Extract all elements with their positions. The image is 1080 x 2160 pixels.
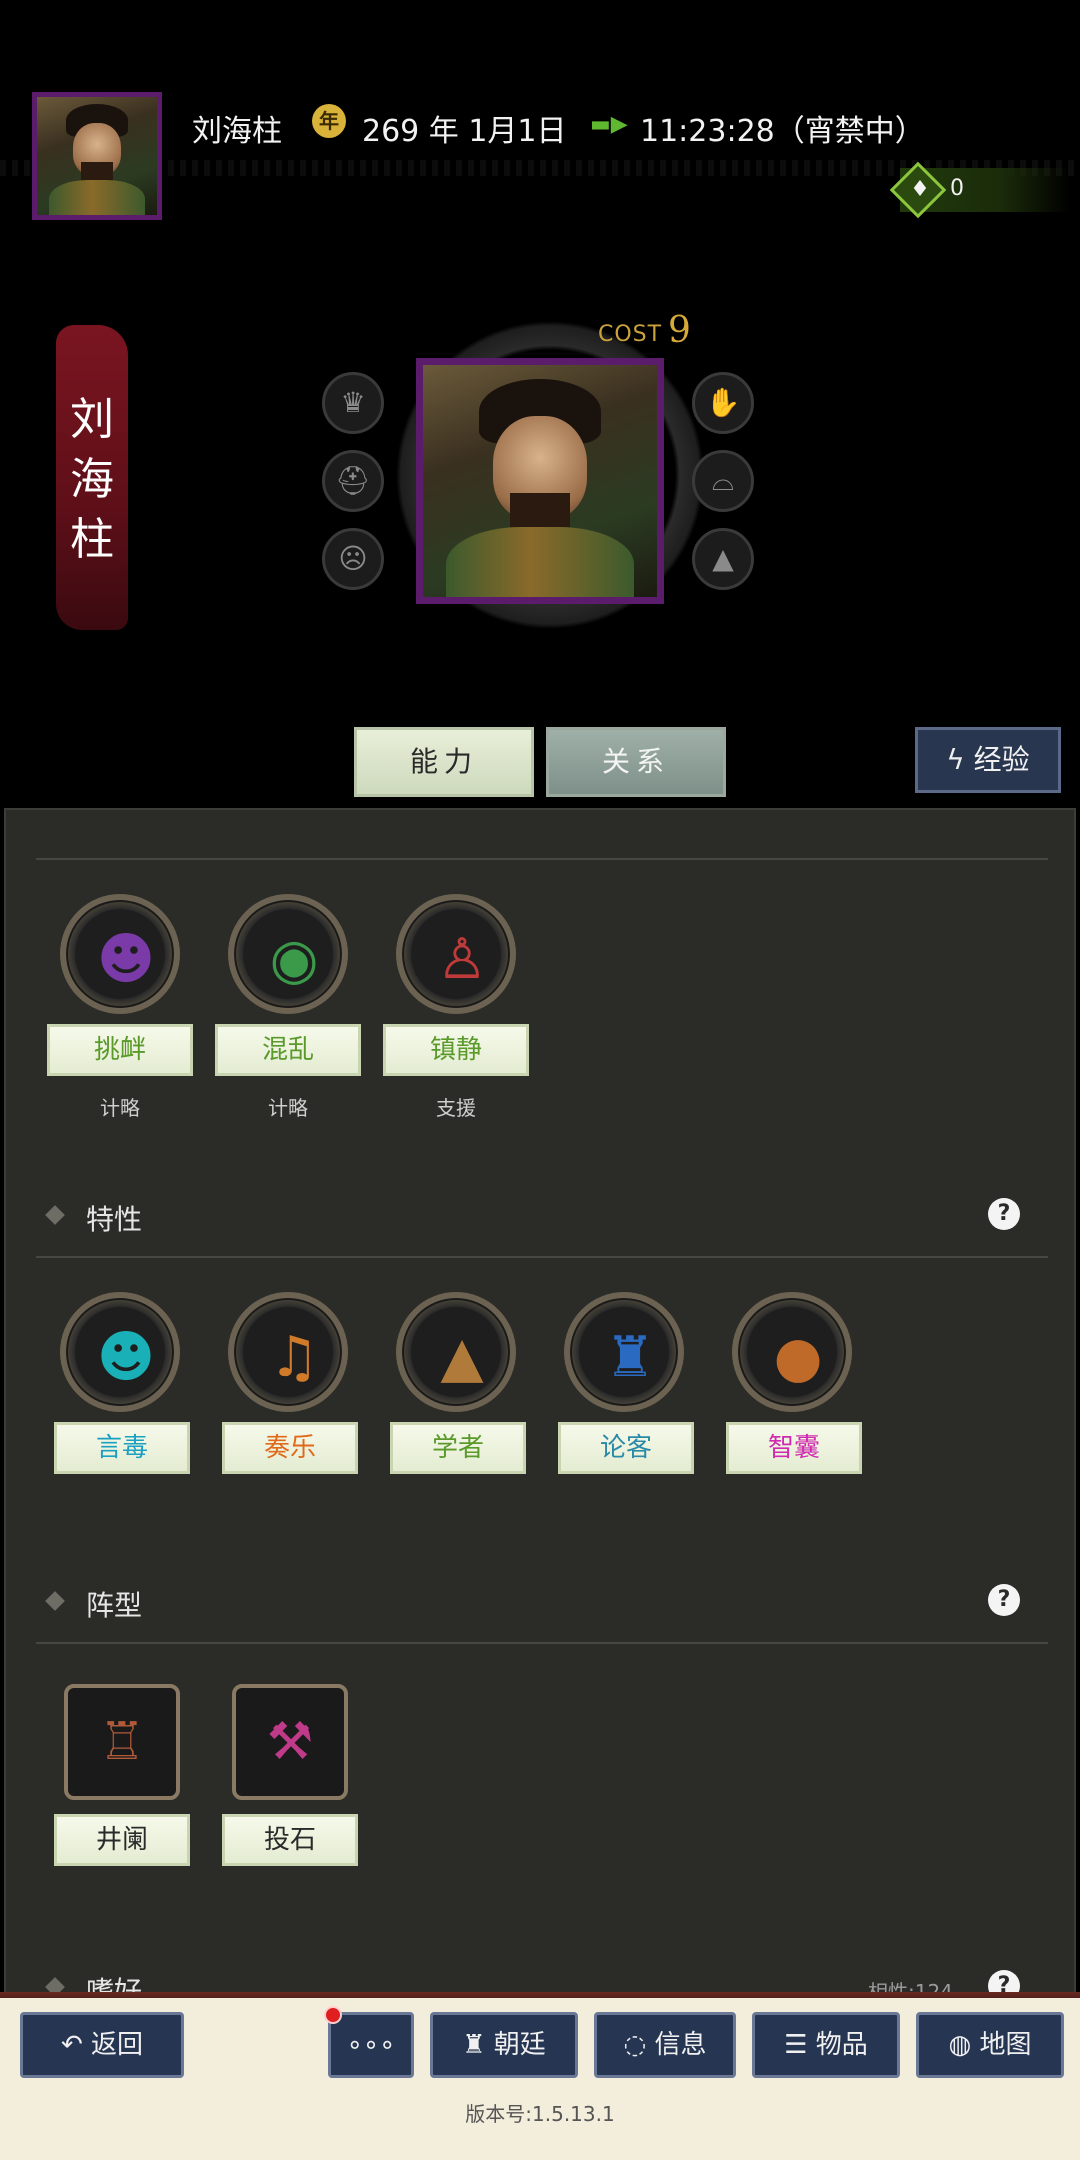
experience-button[interactable]: ϟ 经验 bbox=[915, 727, 1061, 793]
back-label: 返回 bbox=[91, 2030, 144, 2060]
trait-label[interactable]: 智囊 bbox=[726, 1422, 862, 1474]
trait-venom-words-icon[interactable]: ☻ bbox=[60, 1292, 180, 1412]
skill-calm-icon[interactable]: ♙ bbox=[396, 894, 516, 1014]
general-name-banner: 刘 海 柱 bbox=[56, 325, 128, 630]
trait-label[interactable]: 言毒 bbox=[54, 1422, 190, 1474]
calendar-icon: 年 bbox=[312, 104, 346, 138]
trait-music-icon[interactable]: ♫ bbox=[228, 1292, 348, 1412]
crown-icon[interactable]: ♛ bbox=[322, 372, 384, 434]
court-button[interactable]: ♜ 朝廷 bbox=[430, 2012, 578, 2078]
skill-label[interactable]: 混乱 bbox=[215, 1024, 361, 1076]
horse-icon: ▬▶ bbox=[590, 112, 628, 137]
tab-ability[interactable]: 能力 bbox=[354, 727, 534, 797]
traits-title: 特性 bbox=[86, 1203, 143, 1236]
bag-icon: ☰ bbox=[784, 2030, 816, 2060]
divider bbox=[36, 858, 1048, 860]
map-label: 地图 bbox=[979, 2030, 1032, 2060]
section-diamond-icon bbox=[45, 1591, 65, 1611]
helmet-icon[interactable]: ⛑ bbox=[322, 450, 384, 512]
general-name-char: 刘 bbox=[70, 394, 114, 445]
info-button[interactable]: ◌ 信息 bbox=[594, 2012, 736, 2078]
notification-dot bbox=[324, 2006, 342, 2024]
trait-label[interactable]: 论客 bbox=[558, 1422, 694, 1474]
cost-value: 9 bbox=[668, 310, 691, 351]
version-text: 版本号:1.5.13.1 bbox=[465, 2102, 615, 2126]
trait-bag-icon[interactable]: ● bbox=[732, 1292, 852, 1412]
tab-relation[interactable]: 关系 bbox=[546, 727, 726, 797]
items-button[interactable]: ☰ 物品 bbox=[752, 2012, 900, 2078]
formation-title: 阵型 bbox=[86, 1589, 143, 1622]
formation-label[interactable]: 井阑 bbox=[54, 1814, 190, 1866]
formation-help-icon[interactable]: ? bbox=[988, 1584, 1020, 1616]
skill-confusion-icon[interactable]: ◉ bbox=[228, 894, 348, 1014]
skill-type: 支援 bbox=[436, 1096, 476, 1120]
globe-icon: ◍ bbox=[948, 2030, 980, 2060]
skill-label[interactable]: 镇静 bbox=[383, 1024, 529, 1076]
graduation-cap-icon[interactable]: ▲ bbox=[692, 528, 754, 590]
hand-seed-icon[interactable]: ✋ bbox=[692, 372, 754, 434]
game-time: 11:23:28（宵禁中） bbox=[640, 114, 925, 149]
chat-icon: ◌ bbox=[623, 2030, 655, 2060]
section-diamond-icon bbox=[45, 1205, 65, 1225]
skill-label[interactable]: 挑衅 bbox=[47, 1024, 193, 1076]
map-button[interactable]: ◍ 地图 bbox=[916, 2012, 1064, 2078]
trait-label[interactable]: 学者 bbox=[390, 1422, 526, 1474]
back-arrow-icon: ↶ bbox=[60, 2030, 92, 2060]
back-button[interactable]: ↶ 返回 bbox=[20, 2012, 184, 2078]
formation-siege-tower-icon[interactable]: ♖ bbox=[64, 1684, 180, 1800]
palace-icon: ♜ bbox=[462, 2030, 494, 2060]
items-label: 物品 bbox=[815, 2030, 868, 2060]
player-avatar[interactable] bbox=[32, 92, 162, 220]
game-date: 269 年 1月1日 bbox=[362, 114, 567, 149]
divider bbox=[36, 1256, 1048, 1258]
lightning-icon: ϟ bbox=[946, 743, 974, 776]
general-name-char: 海 bbox=[70, 454, 114, 505]
general-portrait[interactable] bbox=[416, 358, 664, 604]
gem-value: 0 bbox=[950, 176, 964, 201]
divider bbox=[36, 1642, 1048, 1644]
cost-label: COST bbox=[598, 322, 663, 347]
traits-help-icon[interactable]: ? bbox=[988, 1198, 1020, 1230]
hat-icon[interactable]: ⌓ bbox=[692, 450, 754, 512]
court-label: 朝廷 bbox=[493, 2030, 546, 2060]
trait-scholar-icon[interactable]: ▲ bbox=[396, 1292, 516, 1412]
skill-provoke-icon[interactable]: ☻ bbox=[60, 894, 180, 1014]
mask-icon[interactable]: ☹ bbox=[322, 528, 384, 590]
player-name: 刘海柱 bbox=[192, 114, 282, 149]
formation-label[interactable]: 投石 bbox=[222, 1814, 358, 1866]
trait-debater-icon[interactable]: ♜ bbox=[564, 1292, 684, 1412]
formation-catapult-icon[interactable]: ⚒ bbox=[232, 1684, 348, 1800]
money-bag-icon: ♦ bbox=[910, 177, 930, 202]
general-name-char: 柱 bbox=[70, 514, 114, 565]
skill-type: 计略 bbox=[268, 1096, 308, 1120]
more-button[interactable]: ∘∘∘ bbox=[328, 2012, 414, 2078]
info-label: 信息 bbox=[654, 2030, 707, 2060]
experience-label: 经验 bbox=[973, 743, 1030, 776]
skill-type: 计略 bbox=[100, 1096, 140, 1120]
trait-label[interactable]: 奏乐 bbox=[222, 1422, 358, 1474]
ability-panel[interactable]: ☻ ◉ ♙ 挑衅 混乱 镇静 计略 计略 支援 特性 ? ☻ ♫ ▲ ♜ ● 言… bbox=[4, 808, 1076, 1998]
